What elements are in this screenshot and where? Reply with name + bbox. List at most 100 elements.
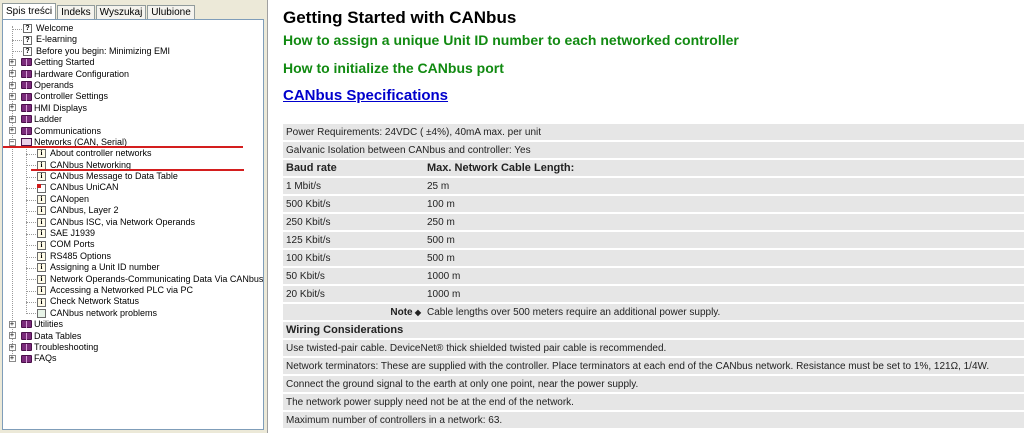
tree-item[interactable]: ? E-learning (3, 34, 263, 45)
baud-rate-cell: 500 Kbit/s (283, 196, 424, 212)
book-icon (21, 354, 32, 363)
baud-rate-row: 1 Mbit/s 25 m (283, 178, 1024, 194)
book-icon (21, 126, 32, 135)
expand-icon[interactable]: + (8, 332, 16, 340)
link-assign-unit-id[interactable]: How to assign a unique Unit ID number to… (283, 32, 739, 48)
tree-item[interactable]: + Operands (3, 80, 263, 91)
tree-item[interactable]: i Check Network Status (3, 296, 263, 307)
page-icon: i (37, 172, 46, 182)
expand-icon[interactable]: + (8, 115, 16, 123)
tree-item[interactable]: + Getting Started (3, 57, 263, 68)
spec-row: Network terminators: These are supplied … (283, 358, 1024, 374)
baud-rate-header: Baud rate (283, 160, 424, 176)
spec-header-row: Baud rate Max. Network Cable Length: (283, 160, 1024, 176)
tab-index[interactable]: Indeks (57, 5, 95, 20)
tree-item[interactable]: i Network Operands-Communicating Data Via… (3, 274, 263, 285)
tree-item-label: Check Network Status (50, 296, 140, 307)
note-text: Cable lengths over 500 meters require an… (424, 304, 1024, 320)
book-icon (21, 58, 32, 67)
tree-item-label: HMI Displays (34, 102, 88, 113)
tree-item[interactable]: i About controller networks (3, 148, 263, 159)
tree-item[interactable]: + Controller Settings (3, 91, 263, 102)
book-icon (21, 331, 32, 340)
power-requirements: Power Requirements: 24VDC ( ±4%), 40mA m… (283, 124, 1024, 140)
link-canbus-specifications[interactable]: CANbus Specifications (283, 87, 448, 104)
tree-item[interactable]: + Communications (3, 126, 263, 137)
expand-icon[interactable]: + (8, 70, 16, 78)
tree-item-label: Network Operands-Communicating Data Via … (50, 273, 264, 284)
tree-item-label: Utilities (34, 319, 64, 330)
tree-item[interactable]: CANbus UniCAN (3, 182, 263, 193)
collapse-icon[interactable]: − (8, 138, 16, 146)
page-red-icon (37, 183, 46, 193)
wiring-considerations-header: Wiring Considerations (283, 322, 1024, 338)
cable-length-cell: 25 m (424, 178, 1024, 194)
contents-tree-panel: ? Welcome? E-learning? Before you begin: Mi… (2, 19, 264, 430)
tree-guide-connector (26, 233, 36, 235)
tree-item[interactable]: + FAQs (3, 353, 263, 364)
book-icon (21, 343, 32, 352)
tree-item[interactable]: i CANbus Message to Data Table (3, 171, 263, 182)
baud-rate-cell: 50 Kbit/s (283, 268, 424, 284)
expand-icon[interactable]: + (8, 320, 16, 328)
expand-icon[interactable]: + (8, 104, 16, 112)
expand-icon[interactable]: + (8, 355, 16, 363)
expand-icon[interactable]: + (8, 81, 16, 89)
wiring-consideration: Use twisted-pair cable. DeviceNet® thick… (283, 340, 1024, 356)
tree-item-label: Operands (34, 79, 74, 90)
tree-item[interactable]: + HMI Displays (3, 103, 263, 114)
tree-item[interactable]: i RS485 Options (3, 251, 263, 262)
tree-item[interactable]: i COM Ports (3, 239, 263, 250)
tree-item[interactable]: + Hardware Configuration (3, 69, 263, 80)
tree-item[interactable]: i Accessing a Networked PLC via PC (3, 285, 263, 296)
tab-search[interactable]: Wyszukaj (95, 5, 147, 20)
tree-item[interactable]: + Data Tables (3, 331, 263, 342)
tree-item[interactable]: i Assigning a Unit ID number (3, 262, 263, 273)
tree-item[interactable]: ? Welcome (3, 23, 263, 34)
tree-guide-connector (26, 256, 36, 258)
tree-item-label: CANbus, Layer 2 (50, 205, 119, 216)
tree-item[interactable]: + Utilities (3, 319, 263, 330)
tree-item[interactable]: + Troubleshooting (3, 342, 263, 353)
baud-rate-cell: 250 Kbit/s (283, 214, 424, 230)
tree-item[interactable]: i CANbus ISC, via Network Operands (3, 217, 263, 228)
book-icon (21, 320, 32, 329)
link-initialize-canbus[interactable]: How to initialize the CANbus port (283, 60, 504, 76)
tree-item[interactable]: i CANopen (3, 194, 263, 205)
tree-guide-connector (26, 222, 36, 224)
help-topic-content: Getting Started with CANbus How to assig… (276, 0, 1024, 433)
tree-guide-connector (26, 245, 36, 247)
tree-item-label: About controller networks (50, 148, 152, 159)
tree-guide-connector (26, 290, 36, 292)
tree-item[interactable]: i CANbus, Layer 2 (3, 205, 263, 216)
cable-length-cell: 250 m (424, 214, 1024, 230)
book-icon (21, 115, 32, 124)
expand-icon[interactable]: + (8, 127, 16, 135)
tree-item[interactable]: ? Before you begin: Minimizing EMI (3, 46, 263, 57)
page-link-icon (37, 308, 46, 318)
tab-contents[interactable]: Spis treści (2, 3, 57, 20)
open-book-icon (21, 138, 32, 147)
tree-item-label: SAE J1939 (50, 228, 96, 239)
expand-icon[interactable]: + (8, 343, 16, 351)
spec-row: Use twisted-pair cable. DeviceNet® thick… (283, 340, 1024, 356)
spec-row: Power Requirements: 24VDC ( ±4%), 40mA m… (283, 124, 1024, 140)
help-navigation-pane: Spis treści Indeks Wyszukaj Ulubione ? We… (0, 0, 268, 433)
book-icon (21, 81, 32, 90)
nav-tabbar: Spis treści Indeks Wyszukaj Ulubione (2, 3, 196, 20)
expand-icon[interactable]: + (8, 58, 16, 66)
note-label: Note ◆ (283, 304, 424, 320)
tab-favorites[interactable]: Ulubione (147, 5, 195, 20)
tree-item[interactable]: CANbus network problems (3, 308, 263, 319)
expand-icon[interactable]: + (8, 93, 16, 101)
cable-length-cell: 500 m (424, 232, 1024, 248)
tree-item-label: Accessing a Networked PLC via PC (50, 284, 194, 295)
tree-guide-connector (26, 199, 36, 201)
tree-item[interactable]: i SAE J1939 (3, 228, 263, 239)
tree-item-label: Assigning a Unit ID number (50, 262, 160, 273)
page-icon: i (37, 195, 46, 205)
tree-item-label: RS485 Options (50, 250, 112, 261)
page-icon: i (37, 206, 46, 216)
tree-item[interactable]: + Ladder (3, 114, 263, 125)
baud-rate-cell: 125 Kbit/s (283, 232, 424, 248)
